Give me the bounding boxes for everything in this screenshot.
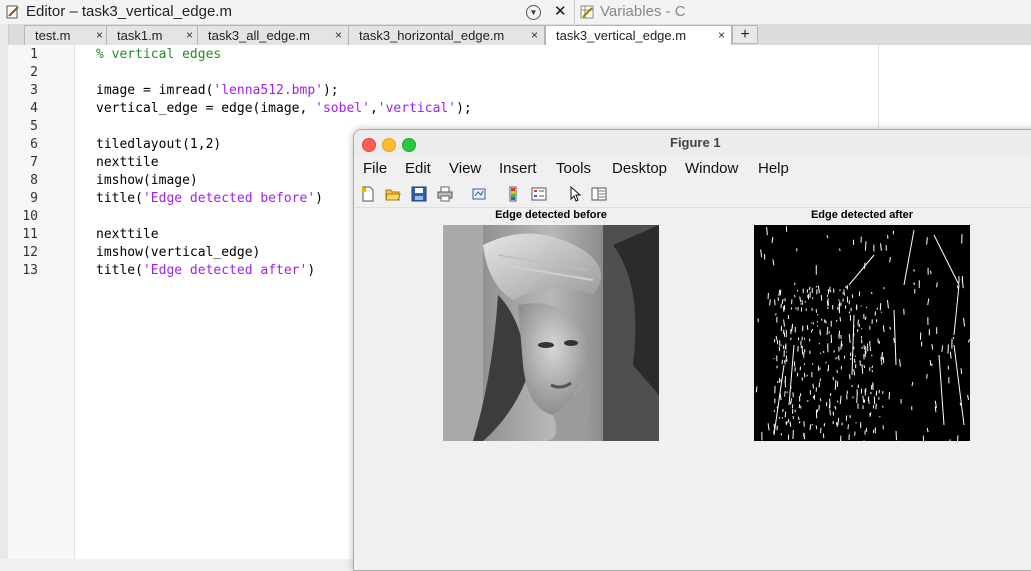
tab-label: task3_all_edge.m [208,28,310,43]
tab-task1[interactable]: task1.m × [106,25,200,45]
tab-task3-all-edge[interactable]: task3_all_edge.m × [197,25,349,45]
code-token: ) [315,191,323,206]
line-number[interactable]: 6 [8,137,38,152]
edit-plot-pointer-icon[interactable] [567,186,583,202]
tab-label: task3_vertical_edge.m [556,28,686,43]
insert-legend-icon[interactable] [531,186,547,202]
menu-file[interactable]: File [363,160,387,177]
plot-title-after: Edge detected after [754,209,970,221]
open-file-icon[interactable] [385,186,401,202]
line-number[interactable]: 13 [8,263,38,278]
menu-insert[interactable]: Insert [499,160,537,177]
editor-icon [6,5,20,19]
code-token: tiledlayout(1,2) [96,137,221,152]
menu-tools[interactable]: Tools [556,160,591,177]
variables-title[interactable]: Variables - C [600,3,686,20]
line-number[interactable]: 11 [8,227,38,242]
code-token: vertical_edge = edge(image, [96,101,315,116]
string-literal: 'Edge detected after' [143,263,307,278]
close-tab-icon[interactable]: × [96,28,103,42]
line-number[interactable]: 5 [8,119,38,134]
tab-task3-vertical-edge[interactable]: task3_vertical_edge.m × [545,25,732,46]
insert-colorbar-icon[interactable] [505,186,521,202]
figure-title: Figure 1 [670,135,721,150]
close-tab-icon[interactable]: × [186,28,193,42]
code-token: nexttile [96,155,159,170]
line-number[interactable]: 8 [8,173,38,188]
menu-view[interactable]: View [449,160,481,177]
code-line[interactable]: tiledlayout(1,2) [96,137,221,152]
save-icon[interactable] [411,186,427,202]
code-line[interactable]: nexttile [96,227,159,242]
code-line[interactable]: imshow(vertical_edge) [96,245,260,260]
close-tab-icon[interactable]: × [718,28,725,42]
vertical-edge-image [754,225,970,441]
plot-title-before: Edge detected before [443,209,659,221]
new-figure-icon[interactable] [360,186,376,202]
code-token: imshow(image) [96,173,198,188]
line-number[interactable]: 2 [8,65,38,80]
line-number[interactable]: 9 [8,191,38,206]
code-line[interactable]: vertical_edge = edge(image, 'sobel','ver… [96,101,472,116]
original-image [443,225,659,441]
code-token: ); [323,83,339,98]
code-line[interactable]: image = imread('lenna512.bmp'); [96,83,339,98]
tab-test[interactable]: test.m × [24,25,110,45]
figure-menubar: File Edit View Insert Tools Desktop Wind… [354,157,1031,181]
link-plot-icon[interactable] [471,186,487,202]
string-literal: 'Edge detected before' [143,191,315,206]
code-line[interactable]: imshow(image) [96,173,198,188]
line-number[interactable]: 12 [8,245,38,260]
panel-divider [574,0,575,24]
code-token: image = imread( [96,83,213,98]
editor-titlebar: Editor – task3_vertical_edge.m ▼ ✕ Varia… [0,0,1031,25]
code-token: ) [307,263,315,278]
figure-toolbar [354,181,1031,208]
tab-label: task3_horizontal_edge.m [359,28,504,43]
figure-window[interactable]: Figure 1 File Edit View Insert Tools Des… [353,129,1031,571]
editor-title: Editor – task3_vertical_edge.m [26,3,232,20]
close-editor-icon[interactable]: ✕ [554,2,567,20]
editor-actions-icon[interactable]: ▼ [526,5,541,20]
print-icon[interactable] [437,186,453,202]
minimize-window-icon[interactable] [382,138,396,152]
line-number[interactable]: 7 [8,155,38,170]
close-tab-icon[interactable]: × [531,28,538,42]
line-number-gutter: 12345678910111213 [8,45,75,559]
line-number[interactable]: 10 [8,209,38,224]
code-token: ); [456,101,472,116]
tab-task3-horizontal-edge[interactable]: task3_horizontal_edge.m × [348,25,545,45]
menu-edit[interactable]: Edit [405,160,431,177]
menu-desktop[interactable]: Desktop [612,160,667,177]
tab-label: task1.m [117,28,163,43]
line-number[interactable]: 1 [8,47,38,62]
string-literal: 'sobel' [315,101,370,116]
menu-window[interactable]: Window [685,160,738,177]
maximize-window-icon[interactable] [402,138,416,152]
property-inspector-icon[interactable] [591,186,607,202]
figure-titlebar: Figure 1 [354,130,1031,158]
code-token: , [370,101,378,116]
close-window-icon[interactable] [362,138,376,152]
line-number[interactable]: 4 [8,101,38,116]
variables-icon [580,5,594,19]
code-token: imshow(vertical_edge) [96,245,260,260]
code-token: nexttile [96,227,159,242]
code-token: title( [96,191,143,206]
menu-help[interactable]: Help [758,160,789,177]
string-literal: 'vertical' [378,101,456,116]
editor-tab-bar: test.m × task1.m × task3_all_edge.m × task3… [0,24,1031,46]
code-line[interactable]: title('Edge detected after') [96,263,315,278]
close-tab-icon[interactable]: × [335,28,342,42]
string-literal: 'lenna512.bmp' [213,83,323,98]
code-line[interactable]: % vertical edges [96,47,221,62]
new-tab-button[interactable]: + [732,25,758,44]
comment: % vertical edges [96,47,221,62]
code-line[interactable]: nexttile [96,155,159,170]
line-number[interactable]: 3 [8,83,38,98]
tab-label: test.m [35,28,70,43]
code-line[interactable]: title('Edge detected before') [96,191,323,206]
code-token: title( [96,263,143,278]
